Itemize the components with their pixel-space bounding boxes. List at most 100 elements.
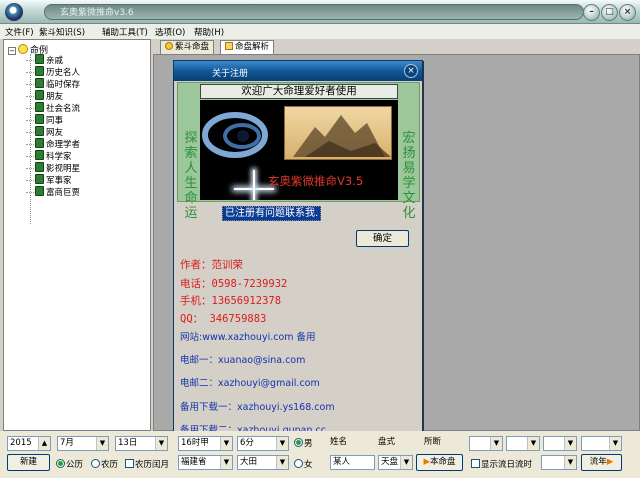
male-radio[interactable]: 男 — [294, 437, 313, 449]
chevron-down-icon[interactable]: ▼ — [96, 437, 108, 450]
book-icon — [35, 138, 44, 148]
chevron-down-icon[interactable]: ▼ — [276, 456, 288, 469]
name-label: 姓名 — [330, 437, 348, 447]
solar-radio[interactable]: 公历 — [56, 458, 83, 470]
tree-item[interactable]: 科学家 — [26, 150, 72, 162]
this-chart-button[interactable]: ▶本命盘 — [416, 454, 463, 471]
dialog-close-button[interactable]: × — [404, 64, 418, 78]
book-icon — [35, 66, 44, 76]
name-input[interactable]: 某人 — [330, 455, 375, 470]
maximize-button[interactable]: □ — [601, 4, 618, 21]
ok-button[interactable]: 确定 — [356, 230, 409, 247]
tree-item[interactable]: 军事家 — [26, 174, 72, 186]
chevron-down-icon[interactable]: ▼ — [527, 437, 539, 450]
tree-item[interactable]: 朋友 — [26, 90, 63, 102]
light-flare — [253, 170, 255, 200]
website-link[interactable]: 网站:www.xazhouyi.com 备用 — [180, 329, 316, 343]
tree-item[interactable]: 同事 — [26, 114, 63, 126]
flow-year-button[interactable]: 流年▶ — [581, 454, 622, 471]
tree-item[interactable]: 命理学者 — [26, 138, 80, 150]
lunar-radio[interactable]: 农历 — [91, 458, 118, 470]
month-select[interactable]: 7月 ▼ — [57, 436, 109, 451]
menu-options[interactable]: 选项(O) — [155, 26, 185, 38]
sun-icon — [165, 42, 173, 50]
left-side-text: 探索人生命运 — [184, 131, 198, 221]
tree-item[interactable]: 富商巨贾 — [26, 186, 80, 198]
menu-knowledge[interactable]: 紫斗知识(S) — [39, 26, 85, 38]
tab-analysis[interactable]: 命盘解析 — [220, 40, 275, 54]
phone-text: 电话：0598-7239932 — [180, 278, 288, 290]
welcome-banner: 欢迎广大命理爱好者使用 — [200, 84, 398, 99]
smiley-icon — [18, 44, 28, 54]
product-name: 玄奥紫微推命V3.5 — [268, 174, 364, 188]
show-flow-checkbox[interactable]: 显示流日流时 — [471, 458, 532, 470]
spinner-arrows-icon[interactable]: ▲ — [38, 437, 50, 450]
case-tree[interactable]: − 命例 亲戚 历史名人 临时保存 朋友 社会名流 同事 网友 命理学者 科学家 … — [3, 39, 151, 431]
tree-item[interactable]: 网友 — [26, 126, 63, 138]
flow-select-2[interactable]: ▼ — [506, 436, 540, 451]
book-icon — [35, 78, 44, 88]
document-icon — [225, 42, 233, 50]
chart-label: 盘式 — [378, 437, 396, 447]
tree-item[interactable]: 亲戚 — [26, 54, 63, 66]
right-side-text: 宏扬易学文化 — [402, 131, 416, 221]
flow-select-1[interactable]: ▼ — [469, 436, 503, 451]
leap-month-checkbox[interactable]: 农历闰月 — [125, 458, 169, 470]
new-button[interactable]: 新建 — [7, 454, 50, 471]
year-spinner[interactable]: 2015 ▲ — [7, 436, 51, 451]
chevron-down-icon[interactable]: ▼ — [220, 437, 232, 450]
app-logo-icon — [5, 3, 23, 21]
control-bar: 2015 ▲ 7月 ▼ 13日 ▼ 16时甲 ▼ 6分 ▼ 男 姓名 盘式 所断 ▼ ▼ … — [0, 431, 640, 478]
menu-file[interactable]: 文件(F) — [5, 26, 34, 38]
chevron-down-icon[interactable]: ▼ — [609, 437, 621, 450]
chevron-down-icon[interactable]: ▼ — [400, 456, 412, 469]
qq-text: QQ： 346759883 — [180, 313, 267, 325]
title-bar: 玄奥紫微推命v3.6 – □ × — [0, 0, 640, 24]
tree-item[interactable]: 社会名流 — [26, 102, 80, 114]
minimize-button[interactable]: – — [583, 4, 600, 21]
tree-item[interactable]: 临时保存 — [26, 78, 80, 90]
female-radio[interactable]: 女 — [294, 458, 313, 470]
chevron-down-icon[interactable]: ▼ — [564, 437, 576, 450]
close-button[interactable]: × — [619, 4, 636, 21]
flow-select-4[interactable]: ▼ — [581, 436, 622, 451]
flow-select-3[interactable]: ▼ — [543, 436, 577, 451]
book-icon — [35, 114, 44, 124]
menu-help[interactable]: 帮助(H) — [194, 26, 224, 38]
province-select[interactable]: 福建省 ▼ — [178, 455, 233, 470]
book-icon — [35, 186, 44, 196]
menu-tools[interactable]: 辅助工具(T) — [102, 26, 148, 38]
chevron-down-icon[interactable]: ▼ — [220, 456, 232, 469]
book-icon — [35, 54, 44, 64]
book-icon — [35, 126, 44, 136]
email2-link[interactable]: 电邮二：xazhouyi@gmail.com — [180, 375, 320, 389]
arrow-right-icon: ▶ — [606, 457, 614, 467]
tab-chart[interactable]: 紫斗命盘 — [160, 40, 215, 54]
flow-time-select[interactable]: ▼ — [541, 455, 577, 470]
hour-select[interactable]: 16时甲 ▼ — [178, 436, 233, 451]
collapse-icon[interactable]: − — [8, 47, 16, 55]
menu-bar: 文件(F) 紫斗知识(S) 辅助工具(T) 选项(O) 帮助(H) — [0, 24, 640, 39]
mobile-text: 手机：13656912378 — [180, 295, 282, 307]
registration-field[interactable]: 已注册有问题联系我. — [222, 206, 322, 221]
download1-link[interactable]: 备用下载一：xazhouyi.ys168.com — [180, 399, 335, 413]
minute-select[interactable]: 6分 ▼ — [237, 436, 289, 451]
book-icon — [35, 150, 44, 160]
chevron-down-icon[interactable]: ▼ — [155, 437, 167, 450]
chevron-down-icon[interactable]: ▼ — [490, 437, 502, 450]
cutoff-label: 所断 — [424, 437, 442, 447]
email1-link[interactable]: 电邮一：xuanao@sina.com — [180, 352, 305, 366]
chevron-down-icon[interactable]: ▼ — [276, 437, 288, 450]
chart-type-select[interactable]: 天盘 ▼ — [378, 455, 413, 470]
dialog-title: 关于注册 — [212, 69, 249, 79]
book-icon — [35, 174, 44, 184]
book-icon — [35, 102, 44, 112]
tree-item[interactable]: 影视明星 — [26, 162, 80, 174]
city-select[interactable]: 大田 ▼ — [237, 455, 289, 470]
landscape-painting — [284, 106, 392, 160]
chevron-down-icon[interactable]: ▼ — [564, 456, 576, 469]
day-select[interactable]: 13日 ▼ — [115, 436, 168, 451]
author-text: 作者：范训荣 — [180, 259, 243, 271]
tree-item[interactable]: 历史名人 — [26, 66, 80, 78]
book-icon — [35, 162, 44, 172]
